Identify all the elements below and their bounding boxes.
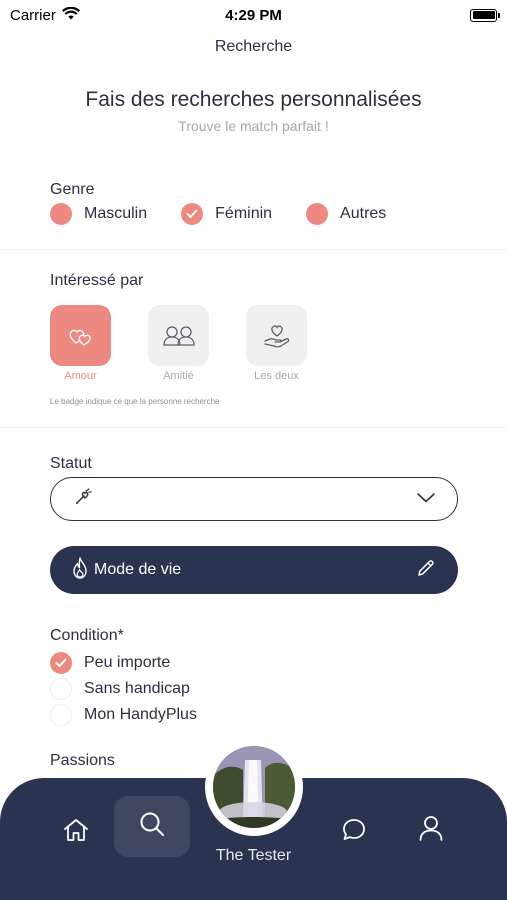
profile-icon [418, 814, 444, 847]
interest-option-amitie[interactable]: Amitié [148, 305, 209, 382]
status-left: Carrier [10, 6, 80, 24]
wifi-icon [61, 6, 80, 24]
genre-option-label: Masculin [84, 205, 148, 222]
avatar [213, 746, 295, 828]
nav-title: Recherche [214, 38, 293, 55]
unchecked-circle [50, 678, 72, 700]
checkmark-icon [181, 203, 204, 225]
mode-de-vie-button[interactable]: Mode de vie [50, 546, 458, 594]
genre-option-label: Féminin [215, 205, 273, 222]
tab-profile[interactable] [411, 810, 451, 850]
mode-de-vie-left: Mode de vie [72, 556, 182, 584]
radio-dot [50, 203, 72, 225]
carrier-label: Carrier [10, 6, 56, 24]
statut-label: Statut [50, 455, 92, 472]
genre-option-feminin[interactable]: Féminin [181, 203, 272, 225]
tab-home[interactable] [56, 812, 96, 852]
interest-option-les-deux[interactable]: Les deux [246, 305, 307, 382]
interest-hint: Le badge indique ce que la personne rech… [50, 397, 220, 406]
search-icon [138, 810, 166, 843]
hearts-icon [50, 305, 111, 366]
tab-chat[interactable] [334, 812, 374, 852]
avatar-button[interactable] [205, 738, 303, 836]
page-subtitle: Trouve le match parfait ! [178, 118, 329, 134]
condition-option-label: Peu importe [84, 654, 171, 671]
passions-label: Passions [50, 752, 115, 769]
interest-label: Intéressé par [50, 272, 144, 289]
interest-option-label: Amitié [163, 370, 194, 382]
interest-option-label: Les deux [254, 370, 299, 382]
genre-option-label: Autres [340, 205, 387, 222]
chevron-down-icon [417, 490, 435, 508]
page-title: Fais des recherches personnalisées [85, 88, 422, 111]
radio-dot [306, 203, 329, 225]
divider [0, 249, 507, 250]
chat-icon [341, 817, 367, 848]
battery-icon [470, 8, 500, 22]
genre-options: Masculin Féminin Autres [50, 203, 420, 225]
home-icon [63, 818, 89, 847]
heart-hand-icon [246, 305, 307, 366]
statut-select[interactable] [50, 477, 458, 521]
friends-icon [148, 305, 209, 366]
condition-label: Condition* [50, 627, 124, 644]
condition-option-peu-importe[interactable]: Peu importe [50, 650, 197, 676]
genre-label: Genre [50, 181, 95, 198]
condition-option-sans-handicap[interactable]: Sans handicap [50, 676, 197, 702]
condition-options: Peu importe Sans handicap Mon HandyPlus [50, 650, 197, 728]
mode-de-vie-label: Mode de vie [94, 561, 182, 578]
flame-icon [72, 556, 88, 584]
pencil-icon [416, 558, 436, 583]
pin-heart-icon [73, 487, 93, 512]
genre-option-autres[interactable]: Autres [306, 203, 386, 225]
genre-option-masculin[interactable]: Masculin [50, 203, 147, 225]
status-bar: Carrier 4:29 PM [0, 0, 507, 30]
unchecked-circle [50, 704, 72, 726]
checkmark-icon [50, 652, 72, 674]
interest-options: Amour Amitié Les deux [50, 305, 307, 382]
interest-option-label: Amour [64, 370, 97, 382]
user-name: The Tester [215, 847, 292, 864]
condition-option-mon-handyplus[interactable]: Mon HandyPlus [50, 702, 197, 728]
interest-option-amour[interactable]: Amour [50, 305, 111, 382]
condition-option-label: Sans handicap [84, 680, 190, 697]
condition-option-label: Mon HandyPlus [84, 706, 197, 723]
divider [0, 427, 507, 428]
